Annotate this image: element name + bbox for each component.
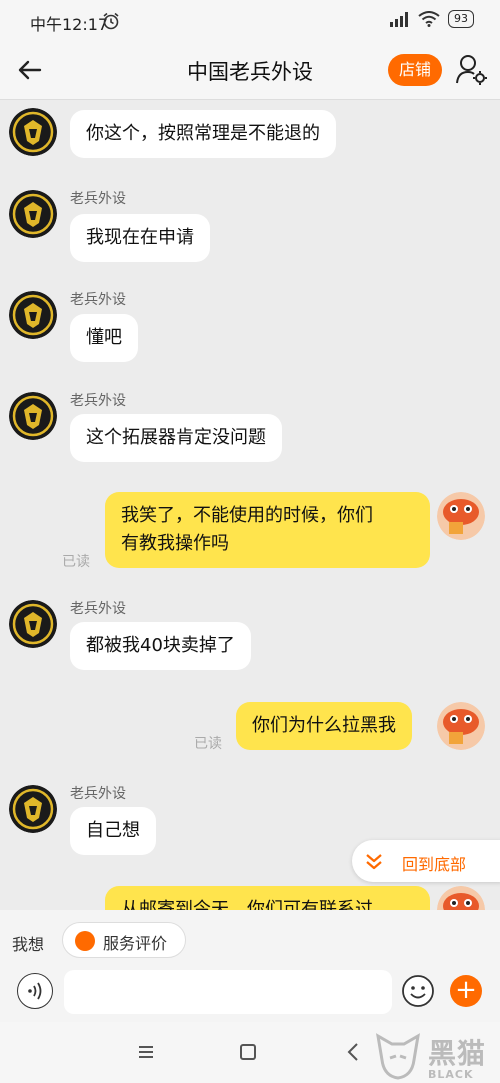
alarm-icon xyxy=(103,12,119,30)
black-cat-logo-icon xyxy=(376,1033,420,1080)
message-line: 我笑了，不能使用的时候，你们 xyxy=(121,505,373,526)
user-avatar-icon xyxy=(437,492,485,540)
message-bubble[interactable]: 自己想 xyxy=(70,807,156,855)
battery-icon: 93 xyxy=(448,10,474,28)
user-avatar-icon xyxy=(437,702,485,750)
avatar[interactable] xyxy=(9,785,57,833)
read-receipt: 已读 xyxy=(194,736,222,752)
menu-icon[interactable] xyxy=(137,1044,155,1060)
watermark-text: 黑猫 xyxy=(428,1037,487,1070)
status-bar: 中午12:17 93 xyxy=(0,0,500,40)
message-bubble[interactable]: 我现在在申请 xyxy=(70,214,210,262)
user-avatar[interactable] xyxy=(437,886,485,910)
shop-avatar-icon xyxy=(9,600,57,648)
message-bubble-outgoing[interactable]: 我笑了，不能使用的时候，你们 有教我操作吗 xyxy=(105,492,430,568)
chat-area[interactable]: 你这个，按照常理是不能退的 老兵外设 我现在在申请 老兵外设 懂吧 老兵外设 这… xyxy=(0,100,500,910)
avatar[interactable] xyxy=(9,108,57,156)
message-line: 有教我操作吗 xyxy=(121,533,229,554)
message-bubble[interactable]: 你这个，按照常理是不能退的 xyxy=(70,110,336,158)
chat-header: 中国老兵外设 店铺 xyxy=(0,40,500,100)
avatar[interactable] xyxy=(9,291,57,339)
nav-back-icon[interactable] xyxy=(346,1042,360,1062)
system-nav-bar xyxy=(0,1022,500,1083)
shop-button[interactable]: 店铺 xyxy=(388,54,442,86)
sender-name: 老兵外设 xyxy=(70,601,126,617)
sender-name: 老兵外设 xyxy=(70,191,126,207)
message-bubble-outgoing[interactable]: 你们为什么拉黑我 xyxy=(236,702,412,750)
rating-icon xyxy=(75,931,95,951)
avatar[interactable] xyxy=(9,600,57,648)
home-square-icon[interactable] xyxy=(240,1044,256,1060)
shop-avatar-icon xyxy=(9,785,57,833)
emoji-icon[interactable] xyxy=(401,974,435,1008)
message-bubble[interactable]: 懂吧 xyxy=(70,314,138,362)
message-bubble[interactable]: 这个拓展器肯定没问题 xyxy=(70,414,282,462)
service-rating-label: 服务评价 xyxy=(103,934,168,953)
shop-avatar-icon xyxy=(9,190,57,238)
shop-avatar-icon xyxy=(9,291,57,339)
wifi-icon xyxy=(418,11,440,27)
user-avatar-icon xyxy=(437,886,485,910)
signal-icon xyxy=(390,12,408,27)
jump-to-bottom-label: 回到底部 xyxy=(402,855,467,874)
sender-name: 老兵外设 xyxy=(70,393,126,409)
sender-name: 老兵外设 xyxy=(70,292,126,308)
avatar[interactable] xyxy=(9,392,57,440)
message-input[interactable] xyxy=(64,970,392,1014)
message-bubble-outgoing[interactable]: 从邮寄到今天，你们可有联系过 xyxy=(105,886,430,910)
status-time: 中午12:17 xyxy=(30,15,109,34)
voice-button[interactable] xyxy=(17,973,53,1009)
service-rating-button[interactable]: 服务评价 xyxy=(62,922,186,958)
user-avatar[interactable] xyxy=(437,702,485,750)
avatar[interactable] xyxy=(9,190,57,238)
plus-icon[interactable]: + xyxy=(450,975,482,1007)
jump-to-bottom-button[interactable]: 回到底部 xyxy=(352,840,500,882)
shop-avatar-icon xyxy=(9,392,57,440)
message-bubble[interactable]: 都被我40块卖掉了 xyxy=(70,622,251,670)
double-chevron-down-icon xyxy=(366,854,382,870)
voice-icon xyxy=(28,982,42,1000)
watermark-subtext: BLACK CAT xyxy=(428,1068,474,1083)
user-avatar[interactable] xyxy=(437,492,485,540)
input-bar: + xyxy=(0,970,500,1022)
sender-name: 老兵外设 xyxy=(70,786,126,802)
quick-action-bar: 我想 服务评价 xyxy=(0,910,500,970)
read-receipt: 已读 xyxy=(62,554,90,570)
quick-bar-title: 我想 xyxy=(12,935,45,954)
shop-avatar-icon xyxy=(9,108,57,156)
user-settings-icon[interactable] xyxy=(454,52,488,86)
